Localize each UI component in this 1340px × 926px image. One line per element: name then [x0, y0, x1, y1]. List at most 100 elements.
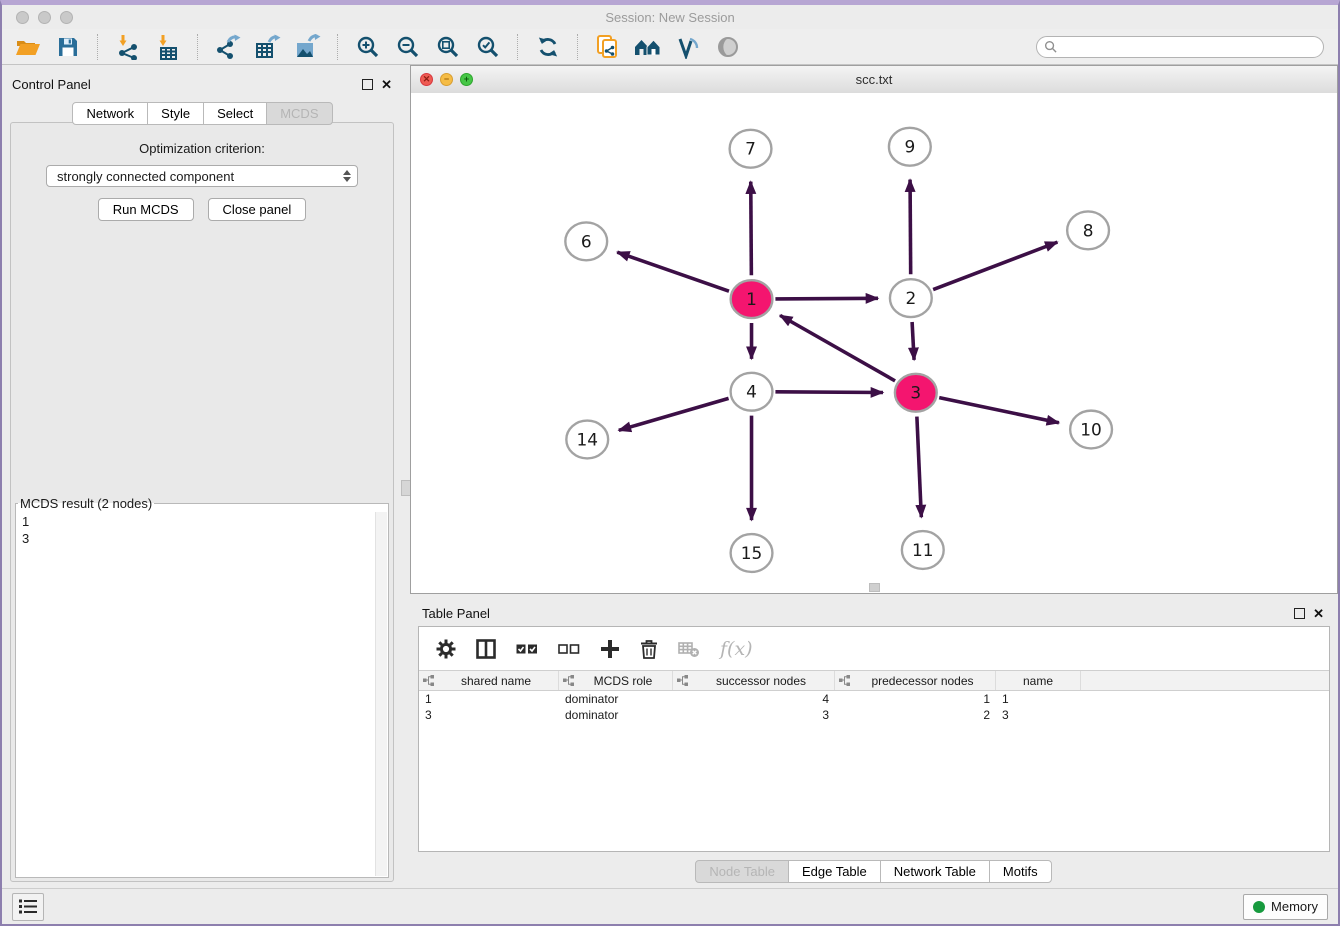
- graph-node-2[interactable]: 2: [890, 279, 932, 317]
- search-input[interactable]: [1061, 39, 1323, 55]
- export-network-button[interactable]: [210, 33, 246, 61]
- cell-shared-name[interactable]: 1: [419, 692, 559, 706]
- svg-text:11: 11: [912, 540, 934, 560]
- toggle-graphics-details-button[interactable]: [670, 33, 706, 61]
- column-header-successor-nodes[interactable]: successor nodes: [673, 671, 835, 690]
- function-builder-button[interactable]: f(x): [720, 638, 753, 660]
- import-table-button[interactable]: [150, 33, 186, 61]
- cell-predecessor-nodes[interactable]: 1: [835, 692, 996, 706]
- cell-mcds-role[interactable]: dominator: [559, 708, 673, 722]
- table-row[interactable]: 3 dominator 3 2 3: [419, 707, 1329, 723]
- graph-node-4[interactable]: 4: [731, 373, 773, 411]
- zoom-out-button[interactable]: [390, 33, 426, 61]
- graph-edge-2-9[interactable]: [910, 180, 911, 275]
- canvas-scroll-thumb[interactable]: [869, 583, 880, 592]
- graph-node-3[interactable]: 3: [895, 374, 937, 412]
- refresh-button[interactable]: [530, 33, 566, 61]
- table-row[interactable]: 1 dominator 4 1 1: [419, 691, 1329, 707]
- save-session-button[interactable]: [50, 33, 86, 61]
- graph-node-11[interactable]: 11: [902, 531, 944, 569]
- graph-edge-1-7[interactable]: [751, 182, 752, 276]
- graph-node-6[interactable]: 6: [565, 222, 607, 260]
- graph-node-7[interactable]: 7: [730, 130, 772, 168]
- network-canvas[interactable]: 7 9 6 8 1 2 4 3 14 10 15 11: [411, 93, 1337, 593]
- criterion-dropdown[interactable]: strongly connected component: [46, 165, 358, 187]
- result-line: 3: [22, 530, 388, 547]
- graph-edge-3-10[interactable]: [939, 398, 1059, 423]
- deselect-all-button[interactable]: [558, 642, 580, 656]
- import-network-button[interactable]: [110, 33, 146, 61]
- tab-select[interactable]: Select: [203, 102, 267, 125]
- mcds-result-text[interactable]: 1 3: [16, 511, 388, 877]
- cell-predecessor-nodes[interactable]: 2: [835, 708, 996, 722]
- cell-successor-nodes[interactable]: 3: [673, 708, 835, 722]
- graph-node-9[interactable]: 9: [889, 128, 931, 166]
- float-panel-icon[interactable]: [362, 79, 373, 90]
- add-column-button[interactable]: [600, 639, 620, 659]
- memory-button[interactable]: Memory: [1243, 894, 1328, 920]
- column-header-mcds-role[interactable]: MCDS role: [559, 671, 673, 690]
- first-neighbors-button[interactable]: [630, 33, 666, 61]
- tab-style[interactable]: Style: [147, 102, 204, 125]
- close-panel-icon[interactable]: ✕: [1313, 607, 1324, 620]
- graph-node-10[interactable]: 10: [1070, 411, 1112, 449]
- delete-table-button[interactable]: [678, 640, 700, 658]
- main-area: Control Panel ✕ Network Style Select MCD…: [2, 65, 1338, 888]
- dropdown-stepper-icon: [343, 170, 351, 182]
- graph-edge-4-3[interactable]: [775, 392, 883, 393]
- graph-edge-4-14[interactable]: [619, 398, 729, 430]
- tab-edge-table[interactable]: Edge Table: [788, 860, 881, 883]
- cell-name[interactable]: 3: [996, 708, 1081, 722]
- result-scrollbar[interactable]: [375, 512, 387, 876]
- zoom-selected-button[interactable]: [470, 33, 506, 61]
- cell-name[interactable]: 1: [996, 692, 1081, 706]
- graph-edge-3-1[interactable]: [780, 315, 895, 381]
- tab-node-table[interactable]: Node Table: [695, 860, 789, 883]
- network-minimize-button[interactable]: −: [440, 73, 453, 86]
- graph-edge-2-8[interactable]: [933, 242, 1057, 289]
- search-field[interactable]: [1036, 36, 1324, 58]
- network-maximize-button[interactable]: +: [460, 73, 473, 86]
- mcds-result-title: MCDS result (2 nodes): [18, 496, 154, 511]
- network-graph[interactable]: 7 9 6 8 1 2 4 3 14 10 15 11: [411, 93, 1337, 593]
- delete-column-button[interactable]: [640, 639, 658, 659]
- graph-edge-1-6[interactable]: [617, 252, 729, 291]
- graph-node-8[interactable]: 8: [1067, 211, 1109, 249]
- run-mcds-button[interactable]: Run MCDS: [98, 198, 194, 221]
- show-hide-details-button[interactable]: [710, 33, 746, 61]
- toggle-panes-button[interactable]: [476, 639, 496, 659]
- graph-edge-2-3[interactable]: [912, 322, 914, 360]
- export-image-button[interactable]: [290, 33, 326, 61]
- toolbar-separator: [517, 34, 519, 60]
- cell-shared-name[interactable]: 3: [419, 708, 559, 722]
- select-all-button[interactable]: [516, 642, 538, 656]
- zoom-fit-button[interactable]: [430, 33, 466, 61]
- export-table-button[interactable]: [250, 33, 286, 61]
- tab-network-table[interactable]: Network Table: [880, 860, 990, 883]
- column-header-name[interactable]: name: [996, 671, 1081, 690]
- tab-network[interactable]: Network: [72, 102, 148, 125]
- column-header-predecessor-nodes[interactable]: predecessor nodes: [835, 671, 996, 690]
- close-panel-icon[interactable]: ✕: [381, 78, 392, 91]
- graph-node-15[interactable]: 15: [731, 534, 773, 572]
- cell-mcds-role[interactable]: dominator: [559, 692, 673, 706]
- column-header-shared-name[interactable]: shared name: [419, 671, 559, 690]
- graph-edge-1-2[interactable]: [775, 298, 878, 299]
- graph-node-14[interactable]: 14: [566, 421, 608, 459]
- open-session-button[interactable]: [10, 33, 46, 61]
- graph-edge-3-11[interactable]: [917, 417, 921, 518]
- clone-network-button[interactable]: [590, 33, 626, 61]
- graph-node-1[interactable]: 1: [731, 280, 773, 318]
- table-settings-button[interactable]: [436, 639, 456, 659]
- zoom-in-button[interactable]: [350, 33, 386, 61]
- refresh-icon: [536, 35, 560, 59]
- float-panel-icon[interactable]: [1294, 608, 1305, 619]
- tab-motifs[interactable]: Motifs: [989, 860, 1052, 883]
- checked-boxes-icon: [516, 642, 538, 656]
- close-panel-button[interactable]: Close panel: [208, 198, 307, 221]
- cell-successor-nodes[interactable]: 4: [673, 692, 835, 706]
- tab-mcds[interactable]: MCDS: [266, 102, 332, 125]
- eye-icon: [716, 35, 740, 59]
- task-history-button[interactable]: [12, 893, 44, 921]
- network-close-button[interactable]: ✕: [420, 73, 433, 86]
